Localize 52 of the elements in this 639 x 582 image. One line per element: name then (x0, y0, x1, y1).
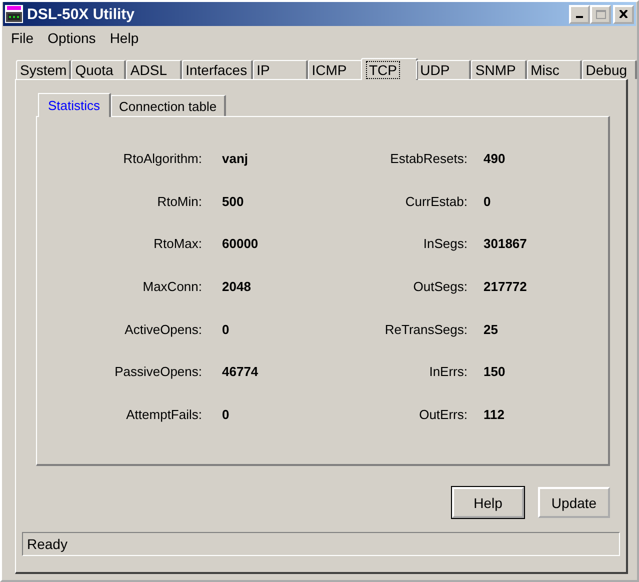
stat-value: 25 (484, 322, 498, 337)
stat-value: 112 (484, 407, 504, 422)
stat-label: PassiveOpens: (114, 364, 202, 380)
stat-label: OutSegs: (413, 279, 468, 294)
button[interactable]: Help (452, 487, 524, 518)
stat-value: 0 (222, 407, 230, 422)
stat-value: 500 (222, 194, 244, 209)
tab[interactable]: IP (252, 60, 308, 79)
tab[interactable]: System (16, 60, 72, 79)
monitor-icon (5, 5, 23, 23)
stat-label: InErrs: (429, 364, 468, 380)
stat-value: 490 (484, 151, 506, 166)
stat-label: CurrEstab: (405, 194, 468, 209)
stat-label: ReTransSegs: (384, 322, 468, 337)
status-bar: Ready (22, 532, 620, 556)
stat-value: 0 (222, 322, 230, 337)
tab[interactable]: Debug (582, 60, 637, 79)
close-button[interactable] (613, 4, 634, 24)
stat-value: 46774 (222, 364, 258, 380)
menu-item[interactable]: Help (102, 30, 146, 46)
tab[interactable]: Misc (526, 60, 582, 79)
stat-value: 60000 (222, 236, 258, 252)
stat-label: EstabResets: (390, 151, 468, 166)
stat-value: 301867 (484, 236, 527, 252)
tab[interactable]: TCP (360, 58, 418, 80)
stat-label: ActiveOpens: (124, 322, 202, 337)
stat-value: 217772 (484, 279, 527, 294)
tab[interactable]: Statistics (38, 93, 112, 117)
tab[interactable]: Quota (71, 60, 126, 79)
stat-label: InSegs: (423, 236, 468, 252)
stat-value: vanj (222, 151, 248, 166)
stat-label: OutErrs: (419, 407, 468, 422)
menu-item[interactable]: Options (40, 30, 103, 46)
stat-value: 2048 (222, 279, 251, 294)
stat-value: 150 (484, 364, 506, 380)
close-icon (619, 10, 628, 18)
tab[interactable]: UDP (416, 60, 472, 79)
stat-label: RtoMax: (154, 236, 202, 252)
tab[interactable]: Connection table (111, 95, 226, 116)
stat-label: AttemptFails: (126, 407, 202, 422)
stat-label: MaxConn: (142, 279, 202, 294)
tab[interactable]: Interfaces (182, 60, 253, 79)
stat-label: RtoMin: (157, 194, 202, 209)
stat-label: RtoAlgorithm: (123, 151, 202, 166)
minimize-button[interactable] (569, 4, 590, 24)
tab[interactable]: ADSL (126, 60, 182, 79)
menu-item[interactable]: File (4, 30, 41, 46)
button[interactable]: Update (538, 487, 610, 518)
tab[interactable]: SNMP (471, 60, 527, 79)
maximize-icon (596, 10, 606, 18)
stat-value: 0 (484, 194, 491, 209)
window-title: DSL-50X Utility (27, 6, 136, 22)
